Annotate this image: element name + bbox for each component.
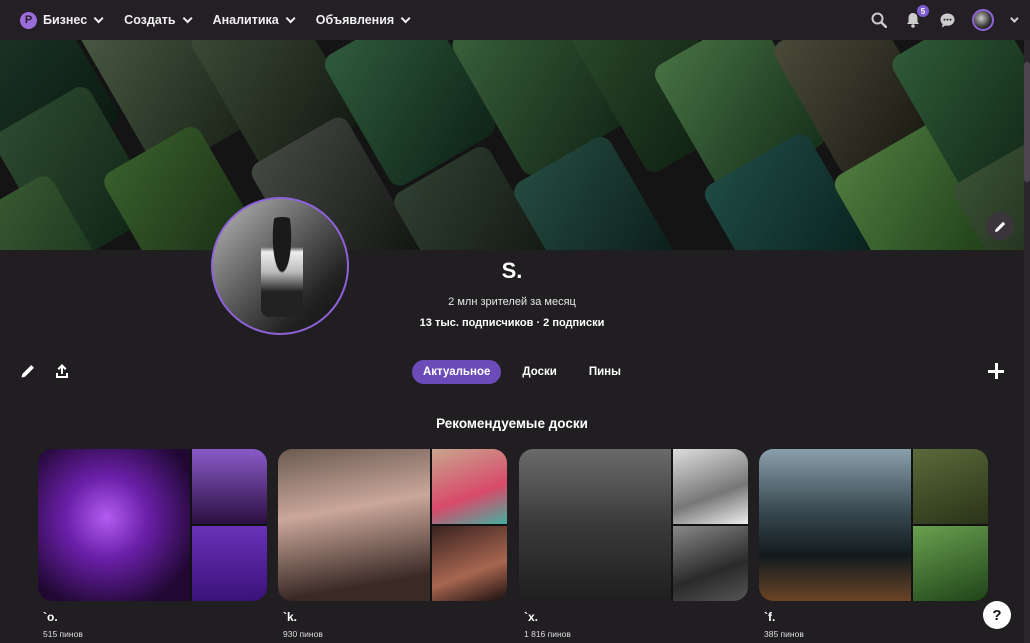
nav-ads[interactable]: Объявления: [315, 12, 411, 27]
board-name: `k.: [283, 610, 298, 624]
edit-profile-pencil-icon[interactable]: [20, 363, 38, 381]
board-cover-image: [759, 449, 988, 601]
board-card[interactable]: `x. 1 816 пинов: [519, 449, 748, 639]
profile-tabs: Актуальное Доски Пины: [412, 360, 632, 384]
nav-business-label: Бизнес: [43, 13, 88, 27]
follow-stats[interactable]: 13 тыс. подписчиков · 2 подписки: [0, 317, 1024, 329]
notifications-count-badge: 5: [917, 5, 929, 17]
pencil-icon: [994, 221, 1005, 232]
board-name: `o.: [43, 610, 58, 624]
board-card[interactable]: `f. 385 пинов: [759, 449, 988, 639]
board-pin-count: 515 пинов: [43, 629, 83, 639]
board-card[interactable]: `k. 930 пинов: [278, 449, 507, 639]
user-avatar[interactable]: [972, 9, 994, 31]
board-pin-count: 1 816 пинов: [524, 629, 571, 639]
board-pin-count: 385 пинов: [764, 629, 804, 639]
chevron-down-icon: [182, 12, 193, 23]
board-pin-count: 930 пинов: [283, 629, 323, 639]
notifications-bell-icon[interactable]: 5: [904, 5, 929, 29]
profile-name: S.: [501, 258, 523, 283]
board-name: `f.: [764, 610, 776, 624]
scrollbar-thumb[interactable]: [1024, 62, 1030, 182]
monthly-viewers: 2 млн зрителей за месяц: [448, 296, 576, 308]
board-card[interactable]: `o. 515 пинов: [38, 449, 267, 639]
search-icon[interactable]: [870, 11, 888, 29]
messages-icon[interactable]: [938, 11, 956, 29]
share-upload-icon[interactable]: [54, 363, 72, 381]
featured-boards-title: Рекомендуемые доски: [436, 416, 588, 431]
tab-boards[interactable]: Доски: [511, 360, 567, 384]
account-chevron-down-icon[interactable]: [1010, 14, 1019, 23]
nav-create[interactable]: Создать: [124, 12, 193, 27]
nav-business[interactable]: Бизнес: [43, 12, 104, 27]
board-cover-image: [38, 449, 267, 601]
create-plus-icon[interactable]: [986, 361, 1006, 381]
chevron-down-icon: [400, 12, 411, 23]
board-name: `x.: [524, 610, 539, 624]
nav-create-label: Создать: [124, 13, 176, 27]
top-navigation-bar: P Бизнес Создать Аналитика Объявления 5: [0, 0, 1030, 40]
edit-cover-button[interactable]: [986, 212, 1014, 240]
tab-pins[interactable]: Пины: [578, 360, 632, 384]
nav-analytics[interactable]: Аналитика: [212, 12, 296, 27]
profile-cover-image: [0, 40, 1024, 250]
pinterest-logo-icon[interactable]: P: [20, 11, 37, 29]
top-right-actions: 5: [870, 0, 1019, 40]
chevron-down-icon: [93, 12, 104, 23]
tab-current[interactable]: Актуальное: [412, 360, 502, 384]
board-cover-image: [278, 449, 507, 601]
chevron-down-icon: [285, 12, 296, 23]
board-cover-image: [519, 449, 748, 601]
nav-ads-label: Объявления: [315, 13, 395, 27]
nav-analytics-label: Аналитика: [212, 13, 279, 27]
help-button[interactable]: ?: [983, 601, 1011, 629]
